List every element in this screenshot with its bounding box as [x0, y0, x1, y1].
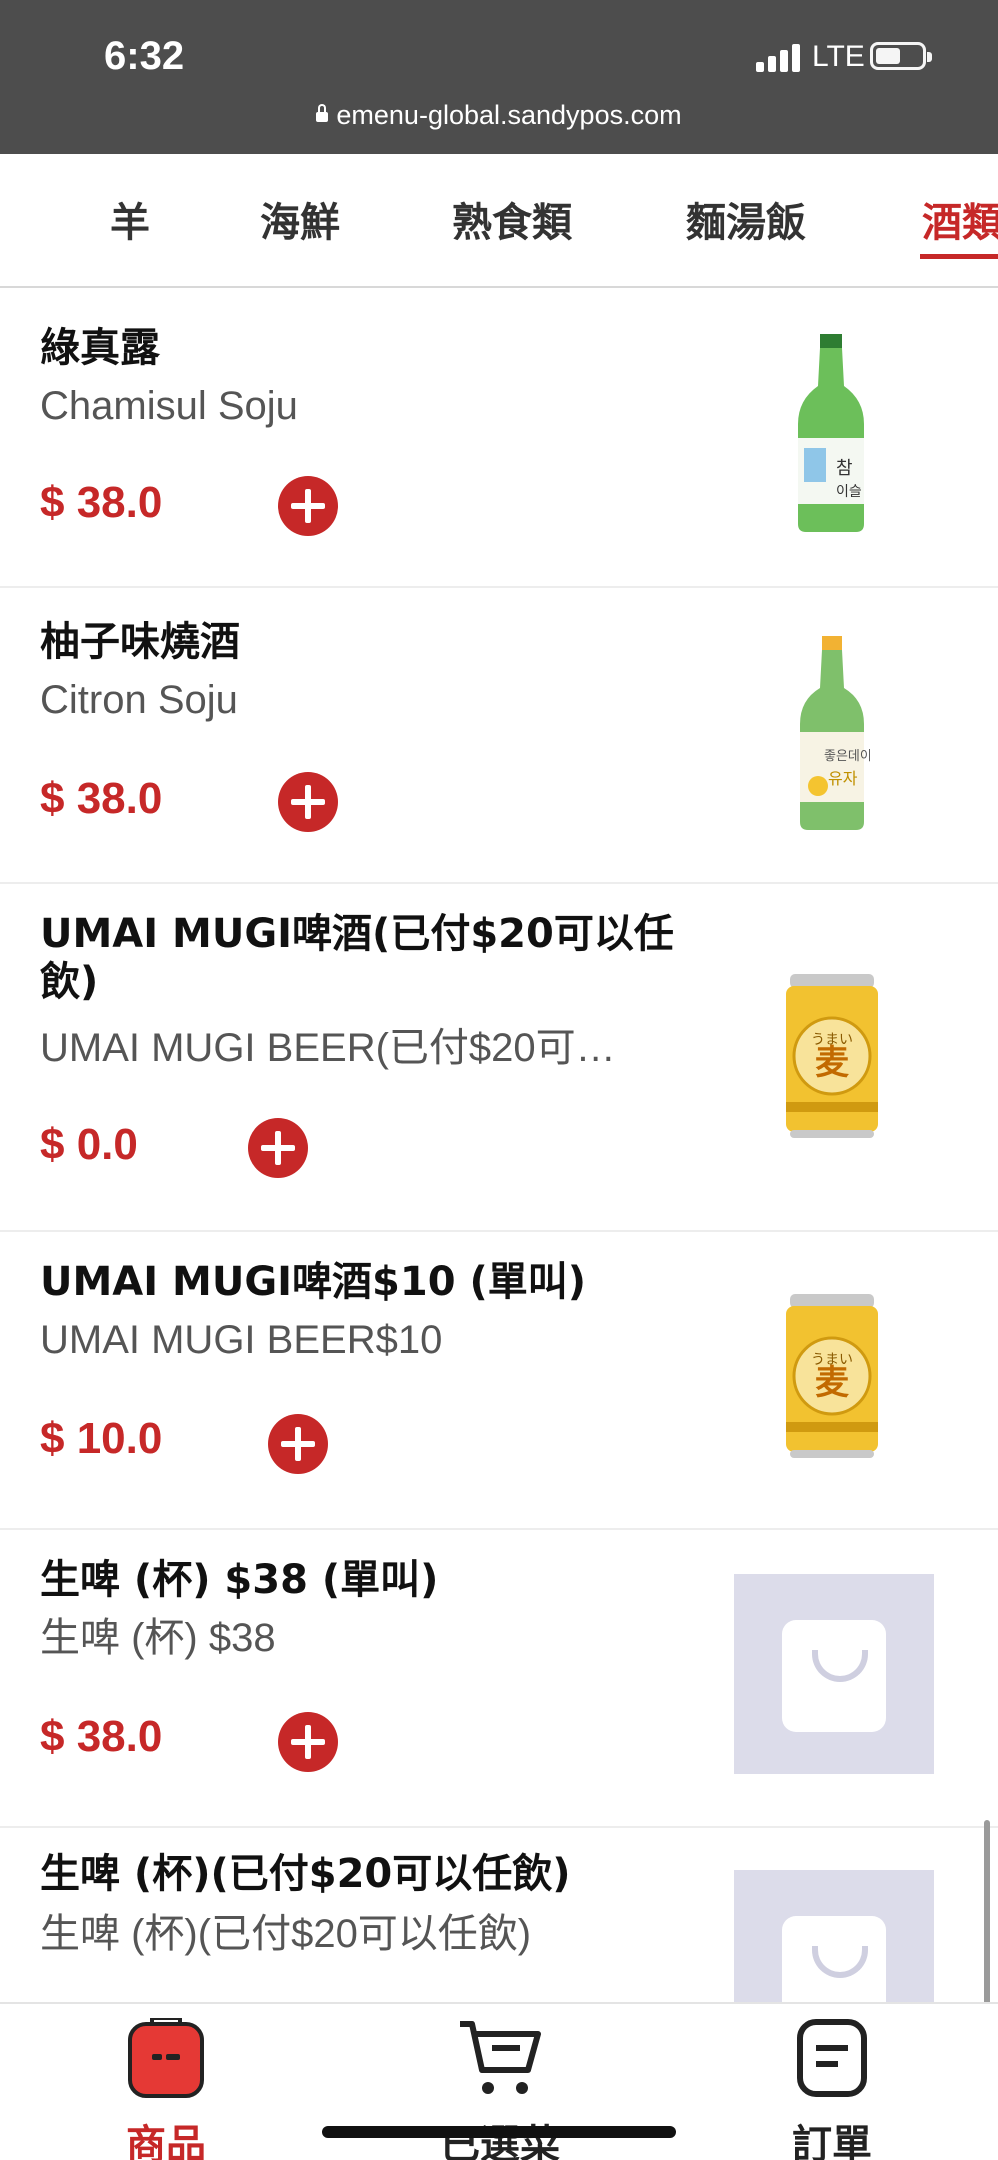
umai-mugi-beer-can-image: うまい 麦 [786, 974, 878, 1138]
list-item: 綠真露 Chamisul Soju $ 38.0 참 이슬 [0, 290, 998, 588]
tab-overflow-indicator [0, 200, 2, 236]
scrollbar[interactable] [984, 1820, 990, 2020]
item-name: UMAI MUGI啤酒$10 (單叫) [40, 1259, 587, 1305]
order-icon [797, 2019, 867, 2097]
item-subname: UMAI MUGI BEER(已付$20可… [40, 1026, 616, 1070]
item-name: UMAI MUGI啤酒(已付$20可以任飲) [40, 911, 674, 1005]
item-price: $ 38.0 [40, 774, 163, 823]
shopping-bag-icon [782, 1916, 886, 2002]
item-price: $ 38.0 [40, 478, 163, 527]
tab-seafood[interactable]: 海鮮 [260, 190, 340, 248]
add-item-button[interactable] [268, 1414, 328, 1474]
battery-icon [870, 42, 932, 70]
tab-alcohol[interactable]: 酒類 [922, 190, 998, 248]
add-item-button[interactable] [278, 772, 338, 832]
address-bar[interactable]: emenu-global.sandypos.com [0, 100, 998, 131]
item-name: 綠真露 [40, 325, 160, 371]
add-item-button[interactable] [248, 1118, 308, 1178]
svg-text:유자: 유자 [828, 769, 858, 788]
add-item-button[interactable] [278, 476, 338, 536]
item-subname: 生啤 (杯)(已付$20可以任飲) [40, 1912, 532, 1956]
list-item: 生啤 (杯) $38 (單叫) 生啤 (杯) $38 $ 38.0 [0, 1530, 998, 1828]
nav-orders[interactable]: 訂單 [732, 2004, 932, 2160]
citron-soju-bottle-image: 좋은데이 유자 [800, 636, 870, 830]
tab-noodles-soup-rice[interactable]: 麵湯飯 [686, 190, 806, 248]
nav-products-label: 商品 [126, 2122, 206, 2160]
placeholder-image [734, 1870, 934, 2002]
green-soju-bottle-image: 참 이슬 [798, 334, 864, 532]
list-item: UMAI MUGI啤酒$10 (單叫) UMAI MUGI BEER$10 $ … [0, 1232, 998, 1530]
umai-mugi-beer-can-image: うまい 麦 [786, 1294, 878, 1458]
item-name: 生啤 (杯) $38 (單叫) [40, 1557, 439, 1603]
nav-orders-label: 訂單 [792, 2122, 872, 2160]
placeholder-image [734, 1574, 934, 1774]
item-subname: 生啤 (杯) $38 [40, 1616, 276, 1660]
svg-text:참: 참 [836, 458, 853, 479]
item-subname: Chamisul Soju [40, 384, 298, 428]
list-item: UMAI MUGI啤酒(已付$20可以任飲) UMAI MUGI BEER(已付… [0, 884, 998, 1232]
product-icon [128, 2018, 204, 2098]
cart-icon [460, 2021, 541, 2094]
url-text: emenu-global.sandypos.com [336, 100, 682, 130]
nav-products[interactable]: 商品 [66, 2004, 266, 2160]
item-name: 柚子味燒酒 [40, 619, 240, 665]
lock-icon [316, 104, 329, 122]
category-tabs[interactable]: 羊 海鮮 熟食類 麵湯飯 酒類 [0, 154, 998, 288]
item-price: $ 10.0 [40, 1414, 163, 1463]
item-price: $ 0.0 [40, 1120, 138, 1169]
tab-lamb[interactable]: 羊 [110, 190, 150, 248]
shopping-bag-icon [782, 1620, 886, 1732]
home-indicator [322, 2126, 676, 2138]
svg-text:麦: 麦 [815, 1363, 849, 1403]
signal-icon [756, 44, 804, 72]
svg-text:이슬: 이슬 [836, 484, 862, 500]
network-label: LTE [812, 40, 865, 73]
item-subname: Citron Soju [40, 678, 238, 722]
svg-text:좋은데이: 좋은데이 [824, 749, 870, 764]
status-bar: 6:32 LTE emenu-global.sandypos.com [0, 0, 998, 154]
list-item: 生啤 (杯)(已付$20可以任飲) 生啤 (杯)(已付$20可以任飲) [0, 1828, 998, 2008]
add-item-button[interactable] [278, 1712, 338, 1772]
list-item: 柚子味燒酒 Citron Soju $ 38.0 좋은데이 유자 [0, 588, 998, 884]
active-tab-underline [920, 254, 998, 259]
item-subname: UMAI MUGI BEER$10 [40, 1318, 443, 1362]
status-time: 6:32 [104, 34, 185, 78]
item-price: $ 38.0 [40, 1712, 163, 1761]
svg-text:麦: 麦 [815, 1043, 849, 1083]
tab-cooked-food[interactable]: 熟食類 [452, 190, 572, 248]
